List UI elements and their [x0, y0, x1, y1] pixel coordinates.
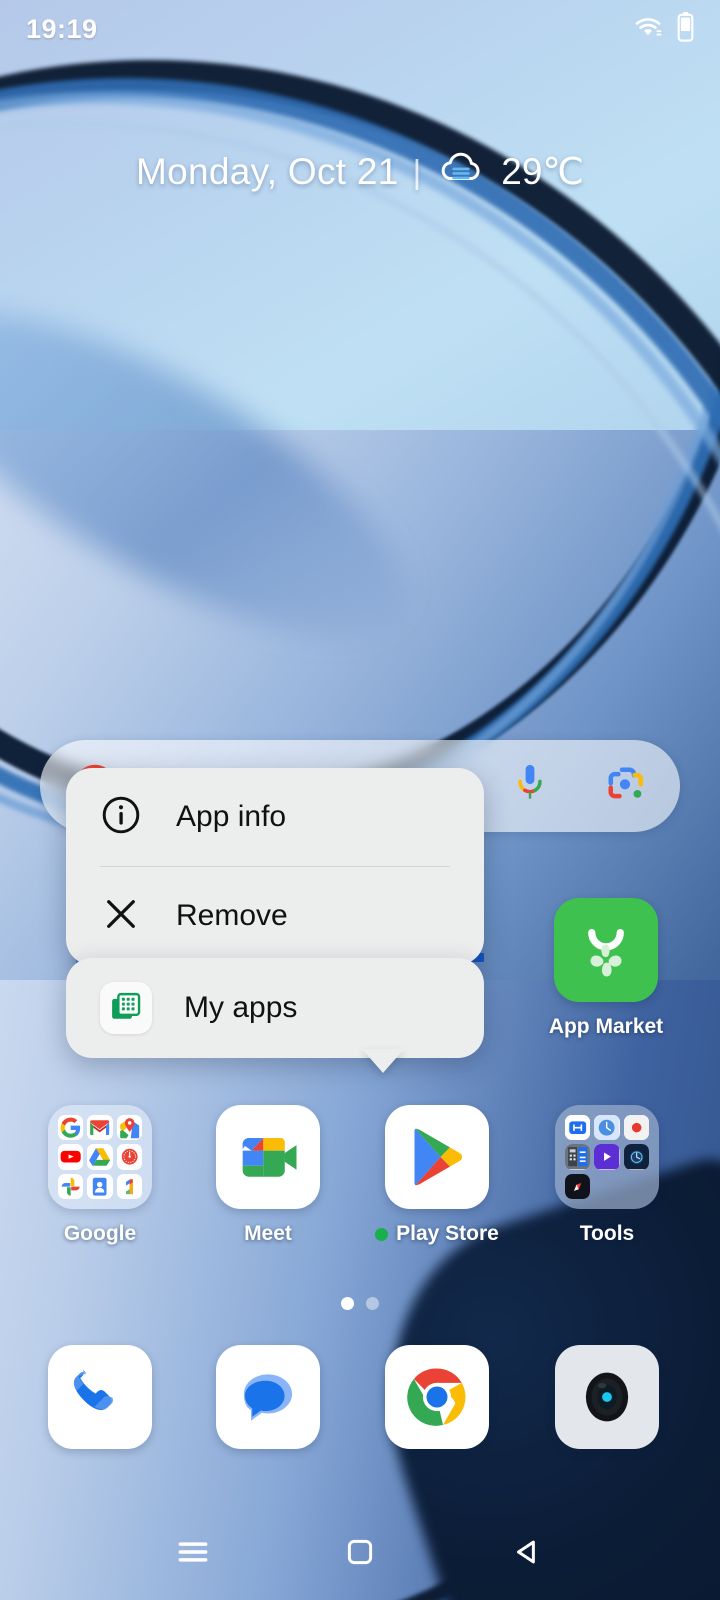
folder-mini-maps	[116, 1115, 142, 1141]
wifi-icon	[633, 14, 663, 45]
app-shortcut-card[interactable]: My apps	[66, 958, 484, 1058]
home-app-app-market-label: App Market	[548, 1015, 664, 1038]
folder-mini-one	[116, 1173, 142, 1199]
widget-separator: |	[412, 152, 422, 190]
battery-icon	[677, 11, 694, 47]
context-menu-item-remove-label: Remove	[176, 899, 288, 932]
app-market-icon[interactable]	[554, 898, 658, 1002]
cloud-haze-icon	[435, 148, 487, 195]
folder-mini-recorder	[623, 1115, 649, 1141]
camera-icon[interactable]	[555, 1345, 659, 1449]
google-meet-icon[interactable]	[216, 1105, 320, 1209]
page-dot-2[interactable]	[366, 1297, 379, 1310]
home-app-play-store-text: Play Store	[396, 1222, 499, 1245]
folder-mini-link	[565, 1115, 591, 1141]
context-menu-tail	[362, 1049, 404, 1073]
context-menu-item-app-info-label: App info	[176, 800, 287, 833]
home-app-play-store-label: Play Store	[375, 1222, 499, 1246]
triangle-back-icon[interactable]	[497, 1527, 557, 1577]
context-menu-item-app-info[interactable]: App info	[66, 768, 484, 866]
home-app-meet[interactable]: Meet	[188, 1105, 348, 1246]
home-folder-google-label: Google	[63, 1222, 137, 1245]
square-icon[interactable]	[330, 1527, 390, 1577]
tools-folder-icon[interactable]	[555, 1105, 659, 1209]
folder-mini-photos	[58, 1173, 84, 1199]
home-app-app-market[interactable]: App Market	[526, 898, 686, 1039]
dock-app-messages[interactable]	[188, 1345, 348, 1449]
chrome-icon[interactable]	[385, 1345, 489, 1449]
page-dot-1[interactable]	[341, 1297, 354, 1310]
status-bar: 19:19	[0, 0, 720, 58]
navigation-bar	[0, 1504, 720, 1600]
menu-lines-icon[interactable]	[163, 1527, 223, 1577]
folder-mini-youtube	[58, 1144, 84, 1170]
date-weather-widget[interactable]: Monday, Oct 21 | 29℃	[0, 148, 720, 195]
dock-app-camera[interactable]	[527, 1345, 687, 1449]
folder-mini-contacts	[87, 1173, 113, 1199]
close-x-icon	[100, 893, 142, 940]
phone-icon[interactable]	[48, 1345, 152, 1449]
google-folder-icon[interactable]	[48, 1105, 152, 1209]
app-context-menu[interactable]: App info Remove	[66, 768, 484, 965]
play-store-update-badge	[375, 1227, 389, 1241]
widget-date: Monday, Oct 21	[136, 150, 399, 192]
sheets-grid-icon	[100, 982, 152, 1034]
page-indicator	[0, 1297, 720, 1310]
folder-mini-video-player	[594, 1144, 620, 1170]
folder-mini-google-search	[58, 1115, 84, 1141]
messages-icon[interactable]	[216, 1345, 320, 1449]
home-folder-google[interactable]: Google	[20, 1105, 180, 1246]
shortcut-item-my-apps-label: My apps	[184, 991, 298, 1024]
dock-app-chrome[interactable]	[357, 1345, 517, 1449]
folder-mini-drive	[87, 1144, 113, 1170]
widget-temperature: 29℃	[501, 151, 584, 192]
folder-mini-gmail	[87, 1115, 113, 1141]
folder-mini-calculator	[565, 1144, 591, 1170]
google-play-icon[interactable]	[385, 1105, 489, 1209]
folder-mini-alarm	[623, 1144, 649, 1170]
dock-app-phone[interactable]	[20, 1345, 180, 1449]
home-app-play-store[interactable]: Play Store	[357, 1105, 517, 1246]
home-folder-tools-label: Tools	[579, 1222, 635, 1245]
folder-mini-empty-1	[594, 1174, 619, 1199]
shortcut-item-my-apps[interactable]: My apps	[66, 958, 484, 1058]
folder-mini-compass	[565, 1173, 591, 1199]
folder-mini-empty-2	[624, 1174, 649, 1199]
google-mic-icon[interactable]	[512, 762, 548, 811]
info-circle-icon	[100, 794, 142, 841]
folder-mini-clock	[116, 1144, 142, 1170]
status-clock: 19:19	[26, 13, 98, 44]
home-folder-tools[interactable]: Tools	[527, 1105, 687, 1246]
context-menu-item-remove[interactable]: Remove	[66, 867, 484, 965]
google-lens-icon[interactable]	[604, 763, 646, 810]
folder-mini-clock-tool	[594, 1115, 620, 1141]
home-screen: 19:19 Monday, Oct 21 | 29℃ App Market Ap…	[0, 0, 720, 1600]
home-app-meet-label: Meet	[244, 1222, 292, 1245]
